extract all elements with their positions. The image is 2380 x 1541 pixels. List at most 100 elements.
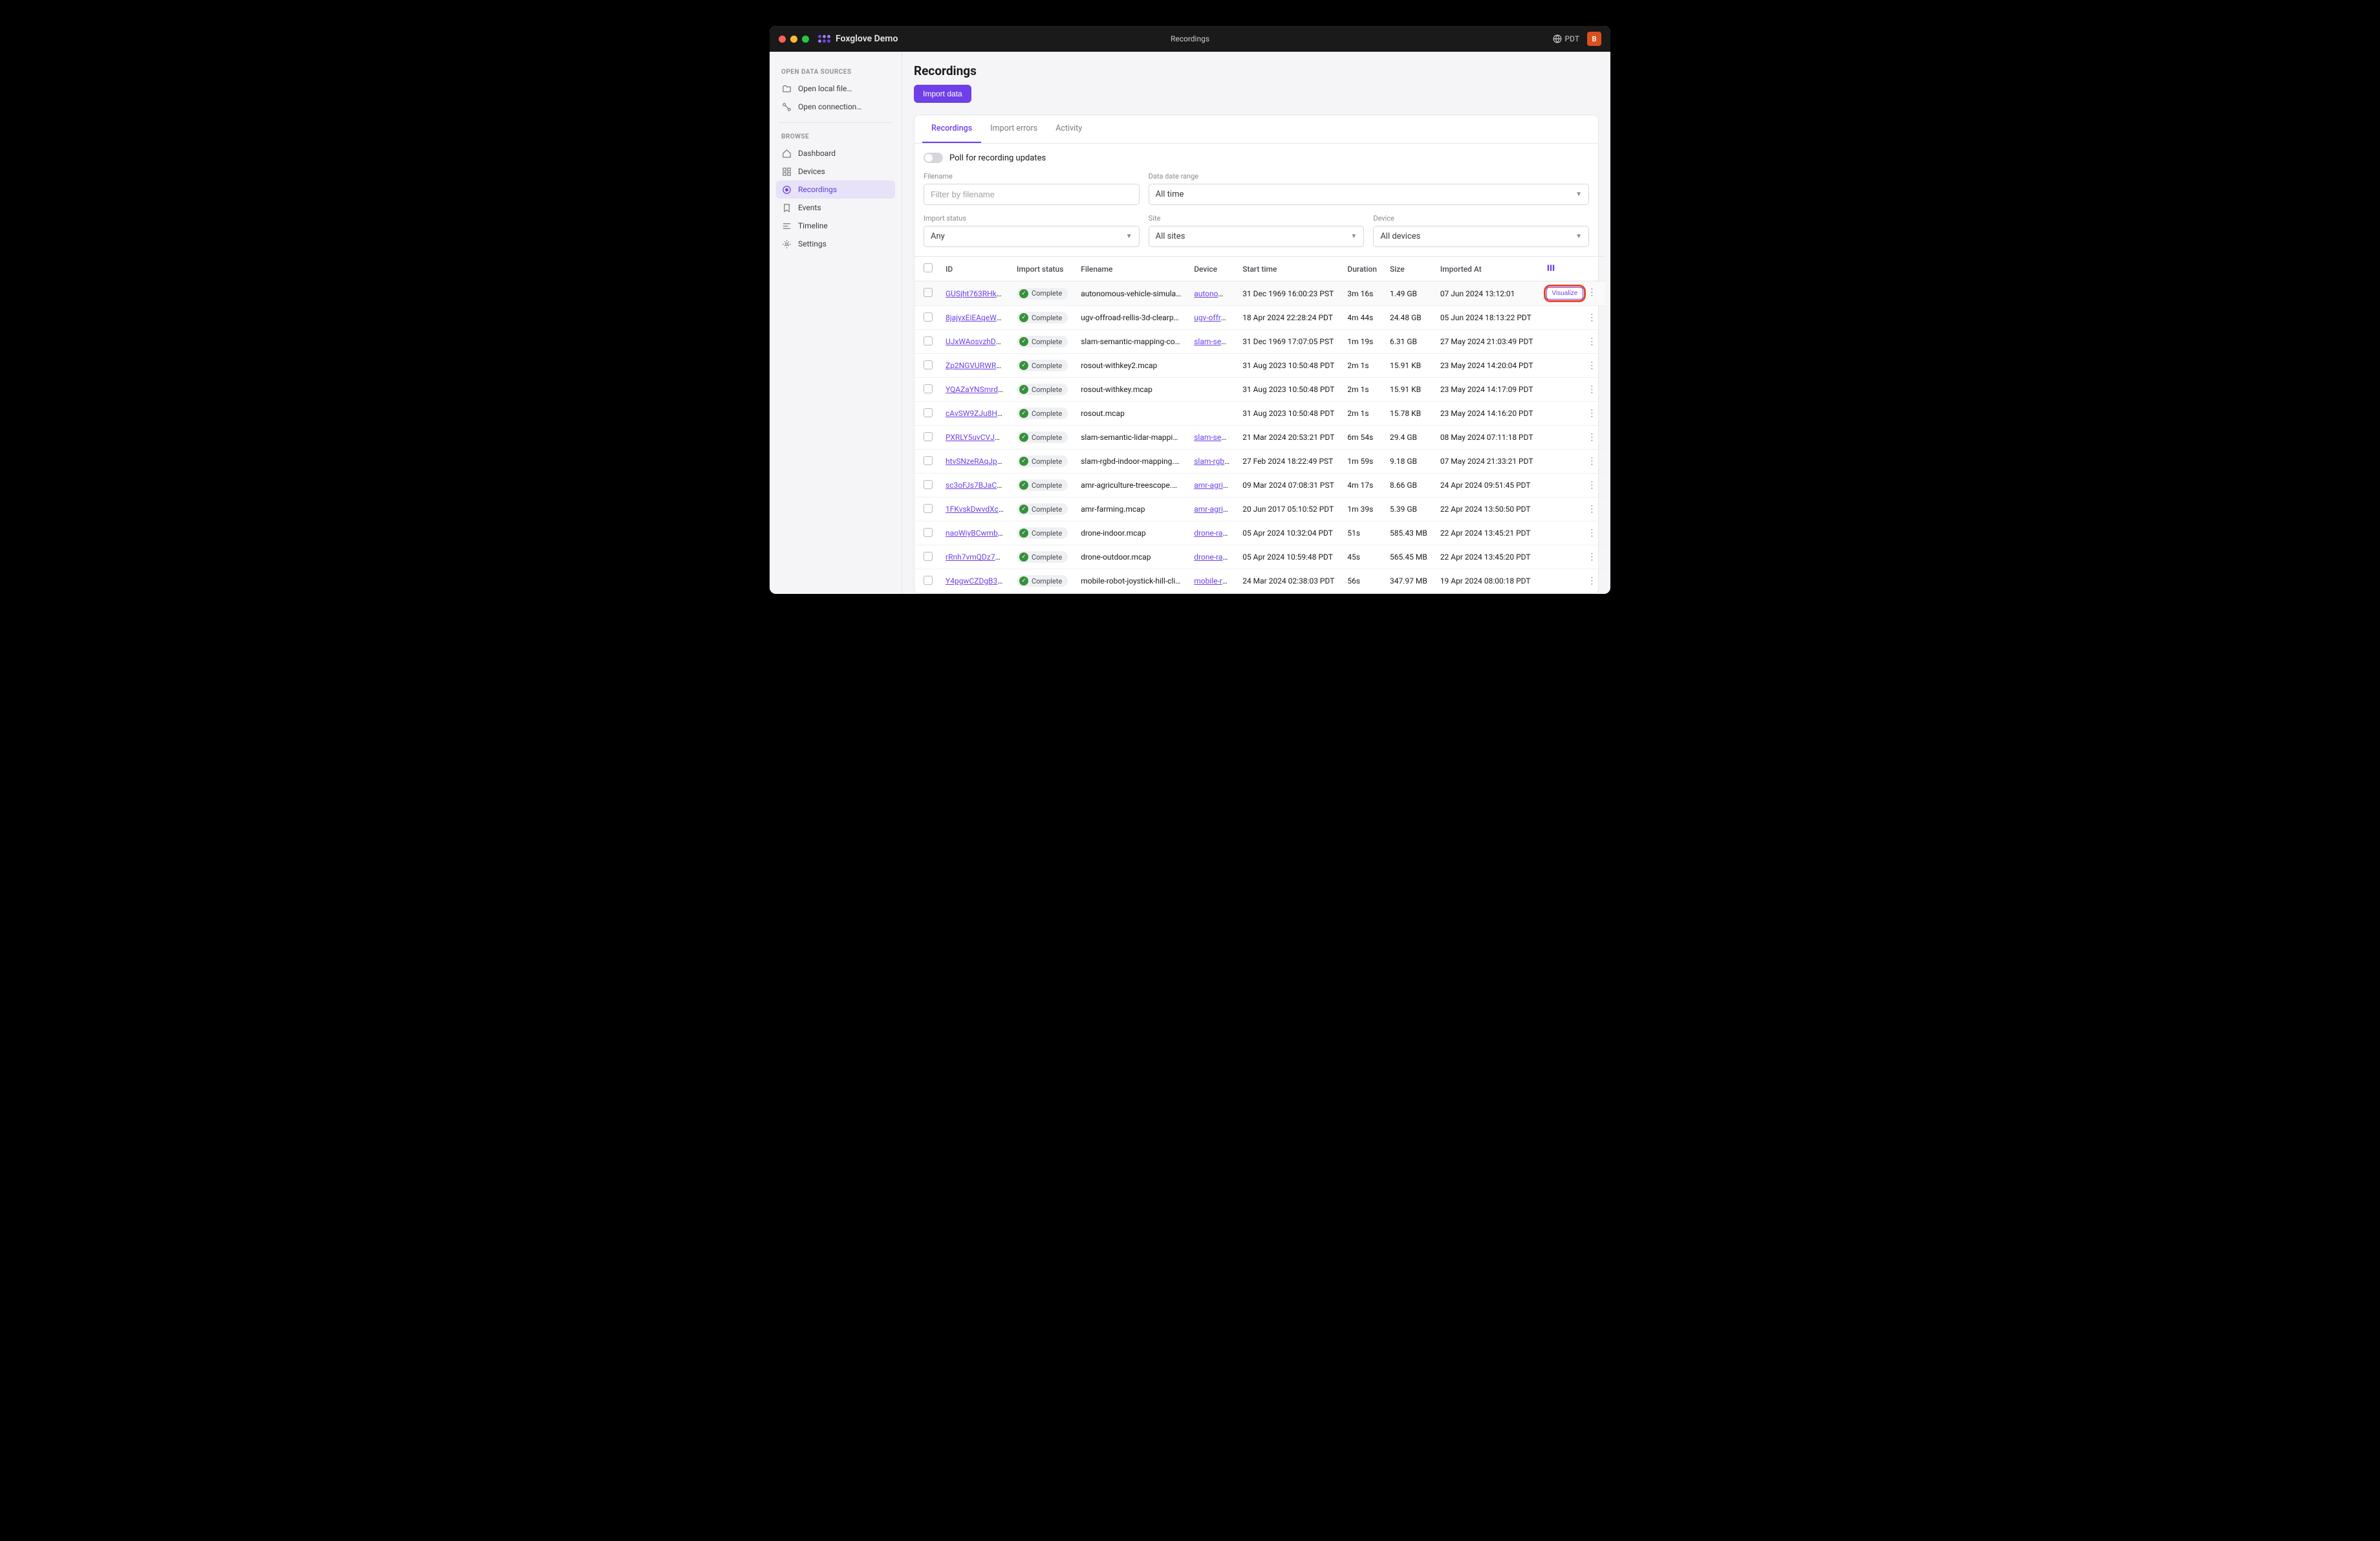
recording-id-link[interactable]: Zp2NGVURWRhCWoT4: [946, 361, 1010, 370]
column-imported[interactable]: Imported At: [1434, 257, 1540, 281]
row-menu-icon[interactable]: ⋮: [1587, 312, 1596, 323]
close-window-button[interactable]: [779, 36, 786, 43]
column-duration[interactable]: Duration: [1341, 257, 1383, 281]
recording-id-link[interactable]: PXRLY5uvCVJBStnv: [946, 433, 1010, 442]
sidebar-item-settings[interactable]: Settings: [776, 235, 895, 253]
record-icon: [781, 184, 792, 195]
sidebar-item-devices[interactable]: Devices: [776, 162, 895, 180]
timezone-selector[interactable]: PDT: [1553, 34, 1579, 43]
row-menu-icon[interactable]: ⋮: [1587, 480, 1596, 490]
sidebar-item-events[interactable]: Events: [776, 199, 895, 217]
duration-cell: 56s: [1341, 569, 1383, 593]
select-all-checkbox[interactable]: [924, 263, 933, 272]
row-menu-icon[interactable]: ⋮: [1587, 456, 1596, 466]
poll-toggle[interactable]: [924, 153, 943, 163]
device-link[interactable]: amr-agricult…: [1194, 481, 1236, 490]
device-link[interactable]: slam-seman…: [1194, 433, 1236, 442]
imported-cell: 22 Apr 2024 13:45:20 PDT: [1434, 545, 1540, 569]
filter-site-select[interactable]: All sites ▼: [1149, 226, 1365, 247]
device-link[interactable]: ugv-offroad…: [1194, 313, 1236, 322]
recording-id-link[interactable]: 8jajyxEiEAqeWddZ: [946, 313, 1010, 322]
filter-daterange-select[interactable]: All time ▼: [1149, 184, 1589, 205]
imported-cell: 24 Apr 2024 09:51:45 PDT: [1434, 474, 1540, 497]
filename-cell: rosout-withkey2.mcap: [1074, 354, 1187, 378]
row-checkbox[interactable]: [924, 288, 933, 297]
home-icon: [781, 148, 792, 158]
row-checkbox[interactable]: [924, 336, 933, 345]
user-avatar[interactable]: B: [1587, 32, 1601, 46]
row-checkbox[interactable]: [924, 552, 933, 561]
device-link[interactable]: drone-racin…: [1194, 529, 1236, 538]
row-menu-icon[interactable]: ⋮: [1587, 287, 1596, 298]
minimize-window-button[interactable]: [790, 36, 797, 43]
row-checkbox[interactable]: [924, 456, 933, 465]
row-checkbox[interactable]: [924, 432, 933, 441]
device-link[interactable]: mobile-robo…: [1194, 576, 1236, 585]
imported-cell: 27 May 2024 21:03:49 PDT: [1434, 330, 1540, 354]
status-badge: ✓Complete: [1017, 575, 1068, 587]
check-icon: ✓: [1019, 481, 1028, 490]
recording-id-link[interactable]: Y4pgwCZDgB3gruTp: [946, 576, 1010, 585]
row-checkbox[interactable]: [924, 408, 933, 417]
device-link[interactable]: drone-racin…: [1194, 552, 1236, 562]
recording-id-link[interactable]: UJxWAosvzhDzdXom: [946, 337, 1010, 346]
recording-id-link[interactable]: sc3oFJs7BJaCHg8r: [946, 481, 1010, 490]
row-checkbox[interactable]: [924, 480, 933, 489]
device-link[interactable]: slam-seman…: [1194, 337, 1236, 346]
row-menu-icon[interactable]: ⋮: [1587, 528, 1596, 538]
sidebar-item-dashboard[interactable]: Dashboard: [776, 144, 895, 162]
import-data-button[interactable]: Import data: [914, 85, 971, 103]
device-link[interactable]: amr-agricult…: [1194, 505, 1236, 514]
table-row: sc3oFJs7BJaCHg8r ✓Complete amr-agricultu…: [914, 474, 1605, 497]
row-checkbox[interactable]: [924, 360, 933, 369]
tab-recordings[interactable]: Recordings: [922, 115, 981, 143]
row-checkbox[interactable]: [924, 528, 933, 537]
device-link[interactable]: autonomou…: [1194, 289, 1236, 298]
size-cell: 15.91 KB: [1383, 354, 1434, 378]
row-checkbox[interactable]: [924, 576, 933, 585]
filter-status-select[interactable]: Any ▼: [924, 226, 1140, 247]
maximize-window-button[interactable]: [802, 36, 809, 43]
start-time-cell: 31 Aug 2023 10:50:48 PDT: [1236, 354, 1341, 378]
duration-cell: 2m 1s: [1341, 354, 1383, 378]
row-menu-icon[interactable]: ⋮: [1587, 360, 1596, 371]
duration-cell: 1m 59s: [1341, 450, 1383, 474]
column-device[interactable]: Device: [1187, 257, 1236, 281]
sidebar-item-timeline[interactable]: Timeline: [776, 217, 895, 235]
row-menu-icon[interactable]: ⋮: [1587, 576, 1596, 586]
tab-activity[interactable]: Activity: [1046, 115, 1091, 143]
visualize-button[interactable]: Visualize: [1546, 287, 1584, 300]
recording-id-link[interactable]: cAvSW9ZJu8H9RgM3: [946, 409, 1010, 418]
column-id[interactable]: ID: [939, 257, 1010, 281]
recording-id-link[interactable]: naoWiyBCwmbYfsXU: [946, 529, 1010, 538]
column-start[interactable]: Start time: [1236, 257, 1341, 281]
recording-id-link[interactable]: htvSNzeRAqJpJNL3: [946, 457, 1010, 466]
sidebar-item-open-connection[interactable]: Open connection…: [776, 98, 895, 116]
row-menu-icon[interactable]: ⋮: [1587, 504, 1596, 514]
columns-config-icon[interactable]: [1546, 265, 1555, 274]
row-checkbox[interactable]: [924, 384, 933, 393]
tabs: Recordings Import errors Activity: [914, 115, 1598, 144]
column-size[interactable]: Size: [1383, 257, 1434, 281]
row-menu-icon[interactable]: ⋮: [1587, 384, 1596, 395]
sidebar-item-recordings[interactable]: Recordings: [776, 180, 895, 199]
recording-id-link[interactable]: GUSjht763RHkKfvJ: [946, 289, 1010, 298]
recording-id-link[interactable]: YQAZaYNSmrdnY2y7: [946, 385, 1010, 394]
row-menu-icon[interactable]: ⋮: [1587, 336, 1596, 347]
recording-id-link[interactable]: rRnh7vmQDz73uqnN: [946, 552, 1010, 562]
table-row: UJxWAosvzhDzdXom ✓Complete slam-semantic…: [914, 330, 1605, 354]
row-checkbox[interactable]: [924, 504, 933, 513]
device-link[interactable]: slam-rgbd-i…: [1194, 457, 1236, 466]
column-filename[interactable]: Filename: [1074, 257, 1187, 281]
sidebar-item-open-local-file[interactable]: Open local file…: [776, 80, 895, 98]
column-status[interactable]: Import status: [1010, 257, 1074, 281]
row-menu-icon[interactable]: ⋮: [1587, 552, 1596, 562]
recording-id-link[interactable]: 1FKvskDwvdXcHnZw: [946, 505, 1010, 514]
filter-filename-input[interactable]: [924, 184, 1140, 205]
row-menu-icon[interactable]: ⋮: [1587, 408, 1596, 419]
tab-import-errors[interactable]: Import errors: [981, 115, 1046, 143]
row-menu-icon[interactable]: ⋮: [1587, 432, 1596, 443]
filter-device-select[interactable]: All devices ▼: [1373, 226, 1589, 247]
main-content: Recordings Import data Recordings Import…: [902, 52, 1610, 594]
row-checkbox[interactable]: [924, 312, 933, 322]
